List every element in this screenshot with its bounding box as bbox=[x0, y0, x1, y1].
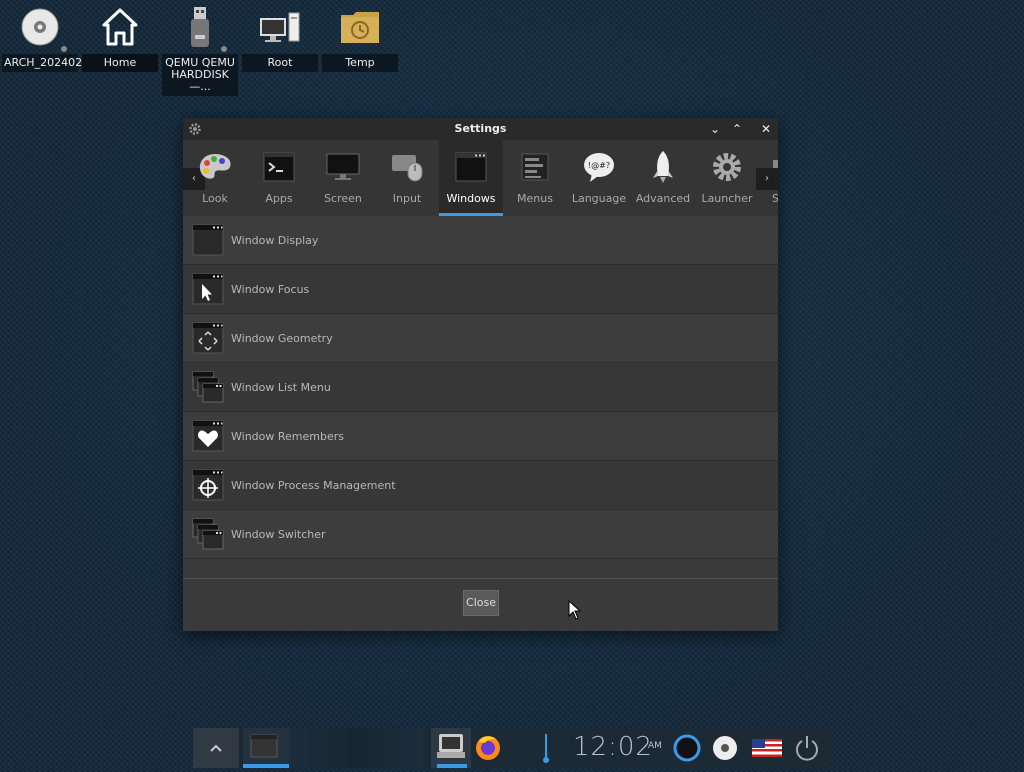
rocket-icon bbox=[631, 140, 695, 190]
computer-icon bbox=[241, 0, 319, 54]
clock-ampm: AM bbox=[648, 741, 662, 751]
power-icon[interactable] bbox=[791, 728, 823, 768]
window-focus-icon bbox=[192, 273, 224, 305]
desktop-icon-root[interactable]: Root bbox=[241, 0, 319, 72]
windows-settings-list: Window Display Window Focus Window Geome… bbox=[183, 216, 778, 559]
launcher-firefox[interactable] bbox=[471, 728, 507, 768]
tab-input[interactable]: Input bbox=[375, 140, 439, 216]
list-item[interactable]: Window List Menu bbox=[183, 363, 778, 412]
folder-clock-icon bbox=[321, 0, 399, 54]
optical-disc-icon bbox=[1, 0, 79, 54]
terminal-icon bbox=[247, 140, 311, 190]
desktop-icon-arch[interactable]: ARCH_202402 bbox=[1, 0, 82, 72]
list-item-label: Window Display bbox=[231, 233, 319, 247]
tab-label: Advanced bbox=[635, 192, 691, 205]
firefox-icon bbox=[476, 736, 500, 760]
tab-label: Look bbox=[202, 192, 228, 205]
svg-text:!@#?: !@#? bbox=[588, 161, 610, 170]
speech-bubble-icon: !@#? bbox=[567, 140, 631, 190]
window-geometry-icon bbox=[192, 322, 224, 354]
tab-look[interactable]: Look bbox=[183, 140, 247, 216]
settings-window: Settings ⌄ ⌃ ✕ ‹ Look Apps Screen Input … bbox=[183, 118, 778, 631]
usb-drive-icon bbox=[161, 0, 239, 54]
home-icon bbox=[81, 0, 159, 54]
tab-windows[interactable]: Windows bbox=[439, 140, 503, 216]
scroll-right-button[interactable]: › bbox=[756, 168, 778, 190]
keyboard-mouse-icon bbox=[375, 140, 439, 190]
tab-label: Windows bbox=[446, 192, 496, 205]
tab-label: Screen bbox=[324, 192, 362, 205]
volume-icon[interactable] bbox=[537, 728, 555, 768]
monitor-icon bbox=[311, 140, 375, 190]
close-window-button[interactable]: ✕ bbox=[758, 121, 774, 137]
close-button[interactable]: Close bbox=[463, 590, 499, 616]
window-list-menu-icon bbox=[192, 371, 224, 403]
tab-launcher[interactable]: Launcher bbox=[695, 140, 759, 216]
list-item-label: Window Focus bbox=[231, 282, 310, 296]
window-titlebar[interactable]: Settings ⌄ ⌃ ✕ bbox=[183, 118, 778, 140]
tab-label: Apps bbox=[265, 192, 293, 205]
window-icon bbox=[439, 140, 503, 190]
list-item-label: Window Process Management bbox=[231, 478, 396, 492]
tab-screen[interactable]: Screen bbox=[311, 140, 375, 216]
tab-menus[interactable]: Menus bbox=[503, 140, 567, 216]
list-item-label: Window List Menu bbox=[231, 380, 331, 394]
tab-apps[interactable]: Apps bbox=[247, 140, 311, 216]
tab-label: Launcher bbox=[701, 192, 753, 205]
list-item[interactable]: Window Display bbox=[183, 216, 778, 265]
window-process-icon bbox=[192, 469, 224, 501]
tab-advanced[interactable]: Advanced bbox=[631, 140, 695, 216]
taskbar-menu-button[interactable] bbox=[193, 728, 239, 768]
desktop-icon-label: Home bbox=[82, 54, 158, 72]
tab-label: S bbox=[772, 192, 778, 205]
window-display-icon bbox=[192, 224, 224, 256]
keyboard-layout-us-flag-icon[interactable] bbox=[749, 728, 785, 768]
window-icon bbox=[250, 734, 278, 758]
optical-disc-icon[interactable] bbox=[709, 728, 741, 768]
list-item-label: Window Switcher bbox=[231, 527, 326, 541]
palette-icon bbox=[183, 140, 247, 190]
minimize-button[interactable]: ⌄ bbox=[707, 121, 723, 137]
list-item[interactable]: Window Focus bbox=[183, 265, 778, 314]
list-item[interactable]: Window Remembers bbox=[183, 412, 778, 461]
status-circle-icon[interactable] bbox=[671, 728, 703, 768]
desktop-icon-label: ARCH_202402 bbox=[2, 54, 82, 72]
list-item[interactable]: Window Process Management bbox=[183, 461, 778, 510]
clock-time[interactable]: 12:02 bbox=[573, 732, 653, 762]
mouse-cursor-icon bbox=[568, 600, 582, 620]
desktop-icon-harddisk[interactable]: QEMU QEMU HARDDISK—... bbox=[161, 0, 239, 96]
desktop-icon-home[interactable]: Home bbox=[81, 0, 159, 72]
gear-icon bbox=[695, 140, 759, 190]
window-title: Settings bbox=[454, 122, 507, 135]
list-item-label: Window Geometry bbox=[231, 331, 333, 345]
desktop-icon-label: QEMU QEMU HARDDISK—... bbox=[162, 54, 238, 96]
taskbar-task-settings[interactable] bbox=[243, 728, 289, 768]
window-footer: Close bbox=[183, 578, 778, 631]
taskbar: 12:02 AM bbox=[193, 728, 831, 768]
window-switcher-icon bbox=[192, 518, 224, 550]
file-manager-icon bbox=[437, 734, 465, 758]
maximize-button[interactable]: ⌃ bbox=[729, 121, 745, 137]
tab-label: Language bbox=[571, 192, 627, 205]
chevron-up-icon bbox=[210, 744, 222, 752]
tab-label: Menus bbox=[517, 192, 553, 205]
desktop-icon-label: Root bbox=[242, 54, 318, 72]
list-item[interactable]: Window Switcher bbox=[183, 510, 778, 559]
list-item[interactable]: Window Geometry bbox=[183, 314, 778, 363]
list-item-label: Window Remembers bbox=[231, 429, 344, 443]
menu-icon bbox=[503, 140, 567, 190]
tab-language[interactable]: !@#? Language bbox=[567, 140, 631, 216]
tab-label: Input bbox=[392, 192, 422, 205]
desktop-icon-label: Temp bbox=[322, 54, 398, 72]
desktop-icon-temp[interactable]: Temp bbox=[321, 0, 399, 72]
taskbar-task-area bbox=[289, 728, 423, 768]
settings-category-toolbar: ‹ Look Apps Screen Input Windows Menus !… bbox=[183, 140, 778, 216]
window-remembers-icon bbox=[192, 420, 224, 452]
launcher-file-manager[interactable] bbox=[431, 728, 471, 768]
